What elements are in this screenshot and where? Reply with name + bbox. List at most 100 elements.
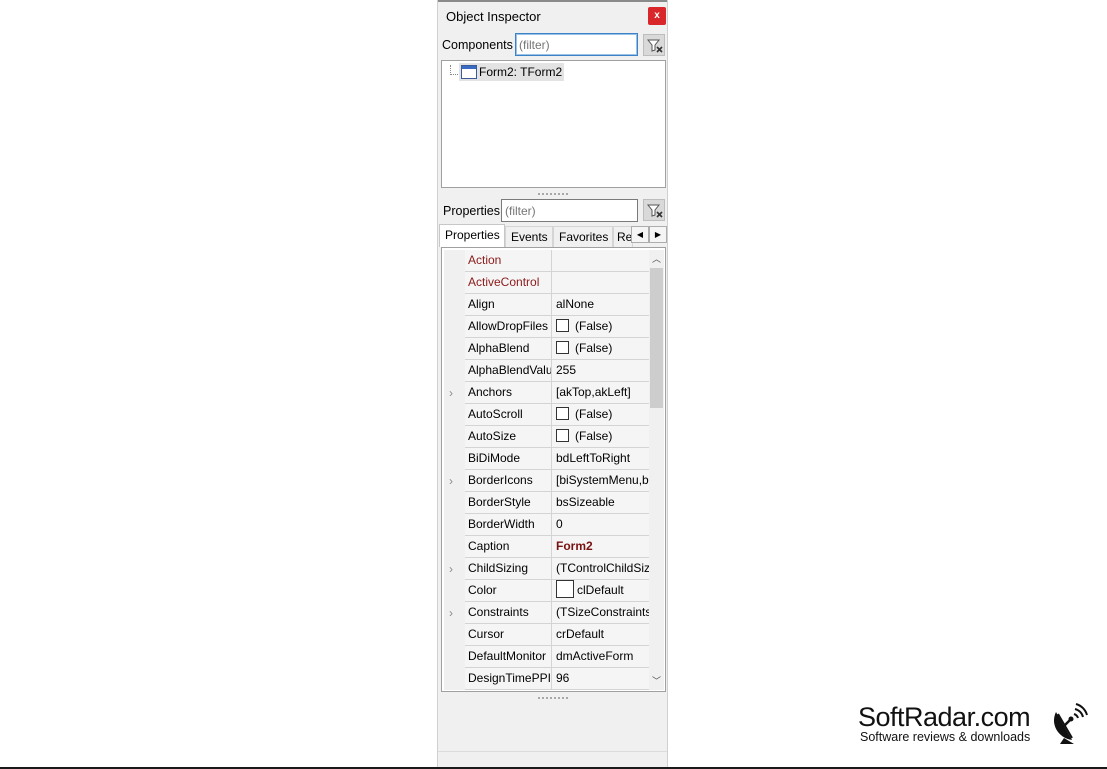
components-filter-clear-button[interactable] [643, 34, 665, 56]
property-value[interactable]: 96 [552, 668, 649, 690]
arrow-left-icon[interactable]: ◀ [631, 226, 649, 243]
scrollbar-thumb[interactable] [650, 268, 663, 408]
property-checkbox[interactable] [556, 341, 569, 354]
property-checkbox[interactable] [556, 319, 569, 332]
window-title: Object Inspector [446, 9, 541, 24]
property-row-align[interactable]: Align alNone [444, 294, 649, 316]
property-grid[interactable]: Action ActiveControl Align alNone AllowDropF… [444, 250, 649, 690]
property-value-text: (False) [575, 429, 613, 443]
row-gutter: › [444, 602, 465, 624]
property-row-childsizing[interactable]: › ChildSizing (TControlChildSizing) [444, 558, 649, 580]
row-gutter [444, 492, 465, 514]
property-value[interactable]: Form2 [552, 536, 649, 558]
components-filter-input[interactable] [515, 33, 638, 56]
property-value[interactable]: alNone [552, 294, 649, 316]
property-row-caption[interactable]: Caption Form2 [444, 536, 649, 558]
softradar-watermark: SoftRadar.com Software reviews & downloa… [858, 702, 1088, 744]
tab-events[interactable]: Events [505, 226, 553, 247]
property-name: BorderIcons [465, 470, 552, 492]
filter-clear-icon [646, 204, 663, 218]
property-value[interactable]: (TControlChildSizing) [552, 558, 649, 580]
property-name: AutoSize [465, 426, 552, 448]
property-value[interactable]: 0 [552, 514, 649, 536]
property-row-borderstyle[interactable]: BorderStyle bsSizeable [444, 492, 649, 514]
property-value[interactable]: (False) [552, 426, 649, 448]
property-checkbox[interactable] [556, 407, 569, 420]
property-grid-scrollbar[interactable]: ︿ ﹀ [649, 250, 664, 690]
property-row-cursor[interactable]: Cursor crDefault [444, 624, 649, 646]
chevron-right-icon[interactable]: › [449, 386, 453, 400]
property-value-text: (False) [575, 319, 613, 333]
tab-properties[interactable]: Properties [439, 224, 505, 247]
property-value[interactable]: (False) [552, 404, 649, 426]
property-row-bidimode[interactable]: BiDiMode bdLeftToRight [444, 448, 649, 470]
property-value-text: (False) [575, 407, 613, 421]
properties-filter-clear-button[interactable] [643, 199, 665, 221]
property-value-text: 255 [556, 363, 577, 377]
property-name: Color [465, 580, 552, 602]
property-checkbox[interactable] [556, 429, 569, 442]
status-divider [438, 751, 667, 752]
close-icon: x [654, 10, 660, 21]
property-name: BorderStyle [465, 492, 552, 514]
property-name: ActiveControl [465, 272, 552, 294]
property-value[interactable]: (False) [552, 338, 649, 360]
property-value[interactable] [552, 250, 649, 272]
property-row-designtimeppi[interactable]: DesignTimePPI 96 [444, 668, 649, 690]
tree-node-form2[interactable]: Form2: TForm2 [459, 63, 565, 81]
properties-filter-input[interactable] [501, 199, 638, 222]
property-row-activecontrol[interactable]: ActiveControl [444, 272, 649, 294]
splitter-grip-top[interactable] [538, 193, 568, 195]
chevron-right-icon[interactable]: › [449, 562, 453, 576]
arrow-right-icon[interactable]: ▶ [649, 226, 667, 243]
property-value[interactable]: clDefault [552, 580, 649, 602]
property-value[interactable]: crDefault [552, 624, 649, 646]
row-gutter [444, 668, 465, 690]
property-row-defaultmonitor[interactable]: DefaultMonitor dmActiveForm [444, 646, 649, 668]
property-row-action[interactable]: Action [444, 250, 649, 272]
row-gutter [444, 448, 465, 470]
row-gutter [444, 250, 465, 272]
property-row-autosize[interactable]: AutoSize (False) [444, 426, 649, 448]
property-value[interactable]: (False) [552, 316, 649, 338]
watermark-subtitle: Software reviews & downloads [860, 730, 1031, 744]
chevron-right-icon[interactable]: › [449, 474, 453, 488]
property-value[interactable] [552, 272, 649, 294]
property-value[interactable]: bsSizeable [552, 492, 649, 514]
form-icon [461, 65, 477, 79]
color-swatch[interactable] [556, 580, 574, 598]
property-value[interactable]: [biSystemMenu,biMinimize,biMaximize] [552, 470, 649, 492]
property-value[interactable]: 255 [552, 360, 649, 382]
satellite-dish-icon [1053, 703, 1088, 744]
panel-top-border [438, 0, 667, 2]
chevron-up-icon[interactable]: ︿ [649, 252, 664, 266]
tab-restricted[interactable]: Re [613, 226, 633, 247]
tab-scroll-arrows: ◀ ▶ [631, 226, 667, 243]
chevron-right-icon[interactable]: › [449, 606, 453, 620]
chevron-down-icon[interactable]: ﹀ [649, 674, 664, 688]
tab-favorites[interactable]: Favorites [553, 226, 613, 247]
property-row-bordericons[interactable]: › BorderIcons [biSystemMenu,biMinimize,biM… [444, 470, 649, 492]
property-value-text: bsSizeable [556, 495, 615, 509]
property-row-anchors[interactable]: › Anchors [akTop,akLeft] [444, 382, 649, 404]
property-value-text: dmActiveForm [556, 649, 634, 663]
property-value-text: bdLeftToRight [556, 451, 631, 465]
property-row-borderwidth[interactable]: BorderWidth 0 [444, 514, 649, 536]
row-gutter [444, 624, 465, 646]
filter-clear-icon [646, 39, 663, 53]
property-value-text: clDefault [577, 583, 624, 597]
property-row-allowdropfiles[interactable]: AllowDropFiles (False) [444, 316, 649, 338]
property-value[interactable]: (TSizeConstraints) [552, 602, 649, 624]
property-value[interactable]: [akTop,akLeft] [552, 382, 649, 404]
property-value[interactable]: dmActiveForm [552, 646, 649, 668]
close-button[interactable]: x [648, 7, 666, 25]
property-row-alphablendvalue[interactable]: AlphaBlendValue 255 [444, 360, 649, 382]
property-row-color[interactable]: Color clDefault [444, 580, 649, 602]
property-row-autoscroll[interactable]: AutoScroll (False) [444, 404, 649, 426]
component-tree[interactable]: Form2: TForm2 [441, 60, 666, 188]
property-row-alphablend[interactable]: AlphaBlend (False) [444, 338, 649, 360]
property-row-constraints[interactable]: › Constraints (TSizeConstraints) [444, 602, 649, 624]
splitter-grip-bottom[interactable] [538, 697, 568, 699]
row-gutter: › [444, 382, 465, 404]
property-value[interactable]: bdLeftToRight [552, 448, 649, 470]
